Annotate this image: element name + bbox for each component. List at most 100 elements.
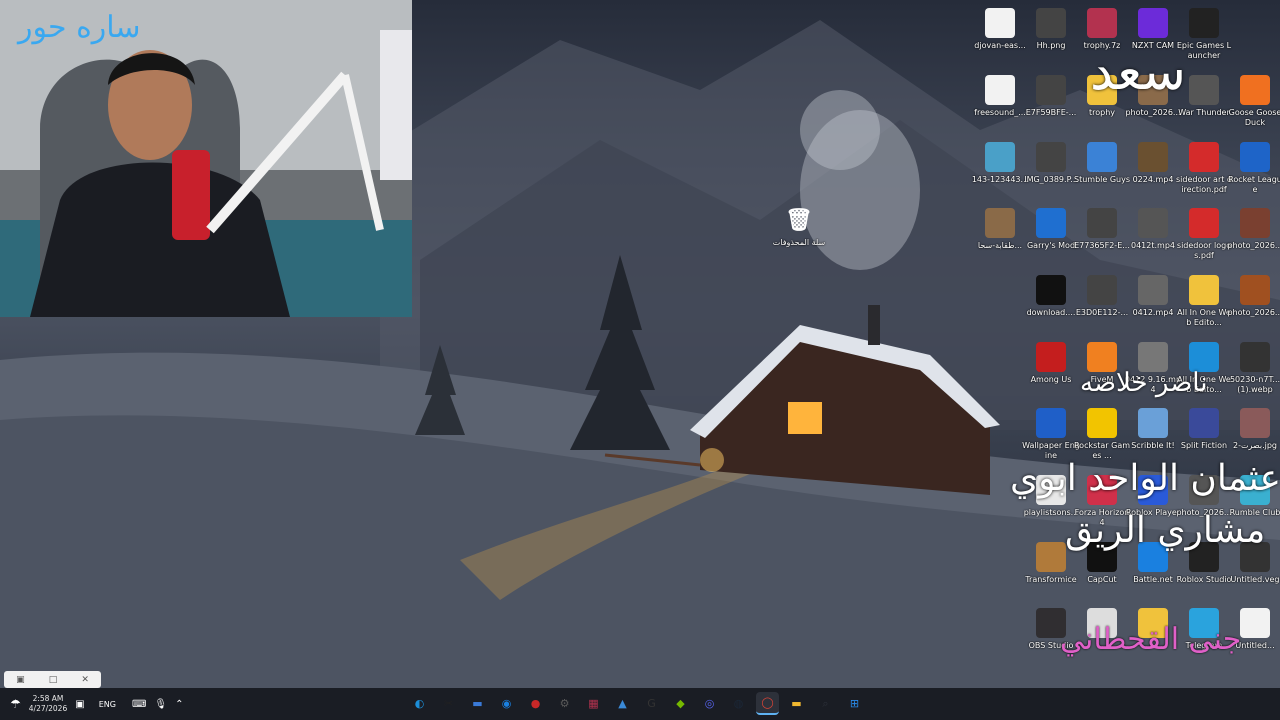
pdf-file-icon [1189,208,1219,238]
desktop-icon[interactable]: E3D0E112-... [1076,275,1128,318]
desktop-icon[interactable]: 50230-n7T... (1).webp [1230,342,1280,395]
desktop-icon[interactable]: Among Us [1026,342,1076,385]
image-file-icon [1036,75,1066,105]
desktop-icon-label: 0224.mp4 [1132,175,1174,184]
recorder-icon[interactable]: ● [524,692,547,715]
winrar-icon[interactable]: ▦ [582,692,605,715]
desktop-icon[interactable]: Epic Games Launcher [1177,8,1231,61]
goose-goose-duck-icon [1240,75,1270,105]
clock-date: 4/27/2026 [28,704,68,713]
clock[interactable]: 2:58 AM 4/27/2026 [29,694,67,714]
steam-icon[interactable]: ◍ [727,692,750,715]
overlay-name-jana: جنى القحطاني [1060,622,1242,657]
split-fiction-icon [1189,408,1219,438]
desktop-icon[interactable]: E77365F2-E... [1074,208,1130,251]
maximize-icon[interactable]: □ [49,675,58,685]
desktop-icon[interactable]: Goose Goose Duck [1229,75,1280,128]
desktop-icon[interactable]: Garry's Mod [1026,208,1076,251]
desktop-icon[interactable]: Scribble It! [1128,408,1178,451]
desktop-icon-label: Stumble Guys [1073,175,1130,184]
garrys-mod-icon [1036,208,1066,238]
g-hub-icon[interactable]: G [640,692,663,715]
keyboard-icon[interactable]: ⌨ [132,699,146,710]
overlay-name-nasser: ناصر خلاصه [1080,368,1208,398]
desktop-icon[interactable]: Rockstar Games ... [1074,408,1130,461]
video-file-icon [1138,142,1168,172]
desktop-icon[interactable]: download.... [1026,275,1076,318]
desktop-icon[interactable]: photo_2026... [1227,208,1280,251]
image-file-icon [1036,275,1066,305]
webcam-name-overlay: ساره حور [18,10,141,45]
video-file-icon [1138,208,1168,238]
image-file-icon [1036,142,1066,172]
nvidia-icon[interactable]: ◆ [669,692,692,715]
desktop-icon-label: War Thunder [1178,108,1230,117]
desktop-icon-label: freesound_... [974,108,1026,117]
desktop-icon[interactable]: Hh.png [1026,8,1076,51]
image-file-icon [1087,208,1117,238]
desktop-icon[interactable]: 143-123443... [972,142,1028,185]
desktop-icon-label: sidedoor logos.pdf [1176,241,1232,260]
battlenet-icon[interactable]: ◉ [495,692,518,715]
file-explorer-icon[interactable]: ▬ [785,692,808,715]
desktop-icon[interactable]: 0412.mp4 [1128,275,1178,318]
desktop-icon[interactable]: sidedoor logos.pdf [1177,208,1231,261]
desktop-icon-label: Untitled.veg [1230,575,1280,584]
language-indicator[interactable]: ENG [99,700,116,709]
desktop-icon[interactable]: photo_2026... [1227,275,1280,318]
close-icon[interactable]: ✕ [81,675,89,685]
desktop-icon[interactable]: 0412t.mp4 [1128,208,1178,251]
windows-start-icon[interactable]: ⊞ [843,692,866,715]
desktop-icon-label: طقابة-سحا... [977,241,1023,250]
show-hidden-icons-chevron-icon[interactable]: ⌃ [175,699,183,710]
desktop-icon-label: photo_2026... [1227,241,1280,250]
desktop-icon[interactable]: Stumble Guys [1074,142,1130,185]
among-us-icon [1036,342,1066,372]
image-file-icon [1087,275,1117,305]
clock-time: 2:58 AM [32,694,64,703]
desktop-icon[interactable]: Rocket League [1228,142,1280,195]
war-thunder-icon [1189,75,1219,105]
desktop-icon[interactable]: Wallpaper Engine [1022,408,1080,461]
desktop-icon[interactable]: sidedoor art direction.pdf [1176,142,1232,195]
desktop-icon-label: Scribble It! [1131,441,1175,450]
desktop-icon[interactable]: 0224.mp4 [1128,142,1178,185]
pdf-file-icon [1189,142,1219,172]
desktop-icon[interactable]: Split Fiction [1179,408,1229,451]
desktop-icon[interactable]: War Thunder [1178,75,1230,118]
chat-icon[interactable]: ▬ [466,692,489,715]
desktop-icon-label: Roblox Studio [1176,575,1232,584]
desktop-icon-label: All In One Web Edito... [1177,308,1231,327]
edge-icon[interactable]: ◐ [408,692,431,715]
desktop-icon[interactable]: طقابة-سحا... [975,208,1025,251]
desktop-icon-label: photo_2026... [1125,108,1181,117]
weather-icon[interactable]: ☂ [10,697,21,711]
notification-icon[interactable]: ▣ [75,699,84,710]
recycle-bin[interactable]: 🗑 سلة المحذوفات [773,205,826,248]
chrome-icon[interactable]: ◯ [756,692,779,715]
desktop-icon[interactable]: E7F59BFE-... [1026,75,1076,118]
desktop-icon[interactable]: 2-بصرت.jpg [1230,408,1280,451]
transformice-icon [1036,542,1066,572]
desktop-icon[interactable]: All In One Web Edito... [1177,275,1231,328]
settings-icon[interactable]: ⚙ [553,692,576,715]
media-file-icon [985,75,1015,105]
desktop-icon[interactable]: freesound_... [974,75,1026,118]
desktop-icon-label: photo_2026... [1227,308,1280,317]
image-file-icon [1240,342,1270,372]
desktop-icon[interactable]: djovan-eas... [974,8,1026,51]
discord-icon[interactable]: ◎ [698,692,721,715]
desktop-icon[interactable]: IMG_0389.P... [1024,142,1078,185]
rockstar-icon [1087,408,1117,438]
taskbar: ☂ 2:58 AM 4/27/2026 ▣ ENG ⌨ 🎙 ⌃ ◐ ✂ ▬ ◉ ● ⚙ ▦ ▲… [0,688,1280,720]
wallpaper-engine-icon [1036,408,1066,438]
capcut-icon[interactable]: ✂ [437,692,460,715]
image-file-icon [1240,208,1270,238]
snap-layout-icon[interactable]: ▣ [16,675,25,685]
photos-icon[interactable]: ▲ [611,692,634,715]
scribble-it-icon [1138,408,1168,438]
epic-games-icon [1189,8,1219,38]
search-icon[interactable]: ⌕ [814,692,837,715]
snap-layout-bar[interactable]: ▣ □ ✕ [4,671,101,688]
microphone-icon[interactable]: 🎙 [154,699,167,710]
